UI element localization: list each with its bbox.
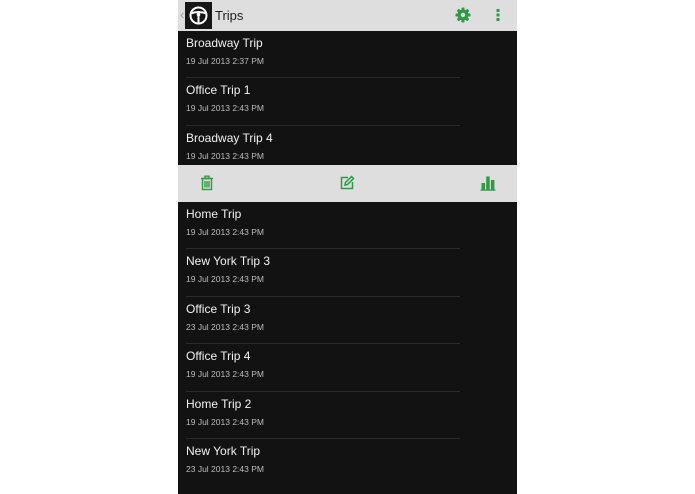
trips-screen: ‹ Trips Broadway Trip 19 Jul 2013 2:37 P… xyxy=(178,0,517,494)
contextual-action-bar xyxy=(178,165,517,202)
list-item[interactable]: New York Trip 3 19 Jul 2013 2:43 PM xyxy=(178,249,517,297)
list-item[interactable]: Office Trip 4 19 Jul 2013 2:43 PM xyxy=(178,344,517,392)
trip-list-top: Broadway Trip 19 Jul 2013 2:37 PM Office… xyxy=(178,31,517,173)
trip-date: 19 Jul 2013 2:43 PM xyxy=(186,103,264,114)
edit-button[interactable] xyxy=(339,175,355,191)
settings-button[interactable] xyxy=(454,6,472,24)
trip-title: Office Trip 1 xyxy=(186,83,251,98)
list-item[interactable]: Office Trip 1 19 Jul 2013 2:43 PM xyxy=(178,78,517,126)
list-item[interactable]: New York Trip 23 Jul 2013 2:43 PM xyxy=(178,439,517,486)
trip-date: 23 Jul 2013 2:43 PM xyxy=(186,321,264,332)
action-bar: ‹ Trips xyxy=(178,0,517,31)
trip-title: Broadway Trip 4 xyxy=(186,130,273,145)
trip-title: New York Trip xyxy=(186,443,261,458)
trip-title: New York Trip 3 xyxy=(186,254,271,269)
list-item[interactable]: Home Trip 2 19 Jul 2013 2:43 PM xyxy=(178,392,517,439)
trip-title: Home Trip 2 xyxy=(186,396,252,411)
steering-wheel-icon[interactable] xyxy=(185,2,212,29)
trip-date: 19 Jul 2013 2:43 PM xyxy=(186,150,264,161)
trip-date: 23 Jul 2013 2:43 PM xyxy=(186,463,264,474)
trip-date: 19 Jul 2013 2:37 PM xyxy=(186,56,264,66)
back-chevron-icon[interactable]: ‹ xyxy=(180,7,184,23)
trip-title: Home Trip xyxy=(186,207,242,221)
bar-chart-icon xyxy=(480,176,496,191)
trip-list-bottom: Home Trip 19 Jul 2013 2:43 PM New York T… xyxy=(178,202,517,486)
trip-date: 19 Jul 2013 2:43 PM xyxy=(186,274,264,285)
statistics-button[interactable] xyxy=(480,175,496,191)
trip-date: 19 Jul 2013 2:43 PM xyxy=(186,227,264,237)
list-item[interactable]: Broadway Trip 19 Jul 2013 2:37 PM xyxy=(178,31,517,79)
list-item[interactable]: Home Trip 19 Jul 2013 2:43 PM xyxy=(178,202,517,250)
list-item[interactable]: Office Trip 3 23 Jul 2013 2:43 PM xyxy=(178,297,517,345)
page-title: Trips xyxy=(215,8,244,23)
trip-date: 19 Jul 2013 2:43 PM xyxy=(186,369,264,380)
trip-date: 19 Jul 2013 2:43 PM xyxy=(186,416,264,427)
trip-title: Office Trip 4 xyxy=(186,349,251,364)
delete-button[interactable] xyxy=(199,175,215,191)
trash-icon xyxy=(201,175,213,191)
edit-icon xyxy=(340,175,355,190)
trip-title: Broadway Trip xyxy=(186,36,263,50)
gear-icon xyxy=(455,7,471,23)
overflow-menu-button[interactable] xyxy=(493,6,503,24)
trip-title: Office Trip 3 xyxy=(186,301,251,316)
overflow-menu-icon xyxy=(496,9,500,21)
